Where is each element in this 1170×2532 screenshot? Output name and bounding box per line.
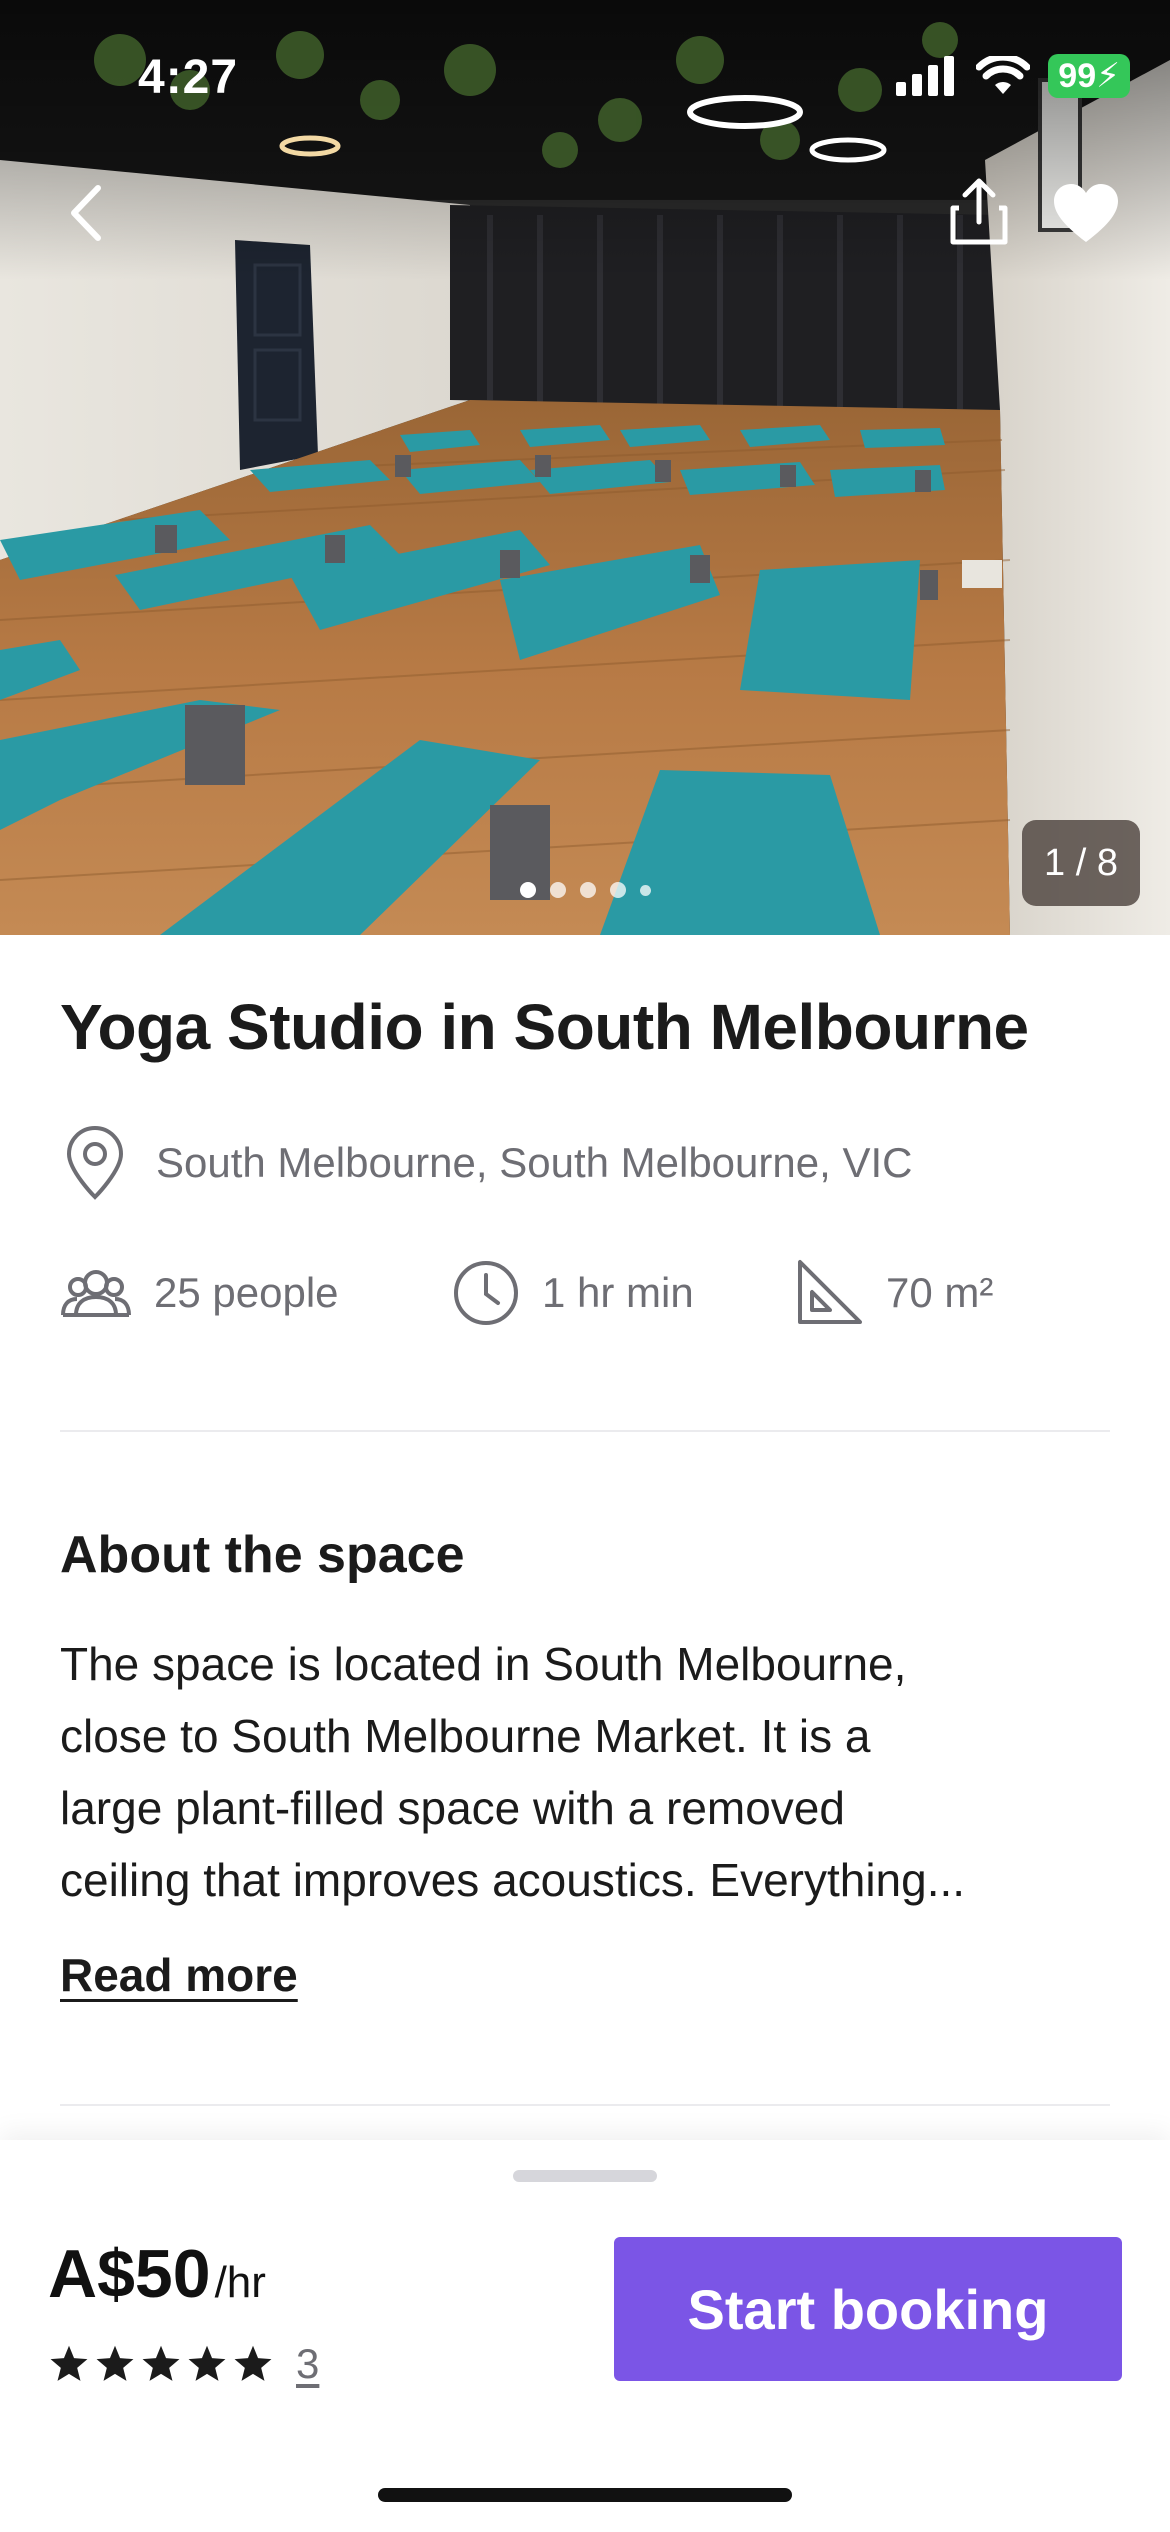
review-count-link[interactable]: 3 [296, 2340, 319, 2388]
rating: 3 [48, 2340, 319, 2388]
map-pin-icon [66, 1126, 124, 1200]
about-description: The space is located in South Melbourne,… [60, 1628, 1120, 1916]
price-unit: /hr [214, 2258, 266, 2307]
clock-icon [454, 1261, 518, 1325]
star-icon [96, 2345, 134, 2381]
carousel-dot[interactable] [549, 882, 566, 898]
back-button[interactable] [60, 178, 120, 248]
heart-icon [1054, 184, 1118, 242]
start-booking-button[interactable]: Start booking [614, 2237, 1122, 2381]
battery-indicator: 99⚡ [1048, 54, 1130, 98]
share-icon [950, 178, 1008, 245]
rating-stars [48, 2344, 274, 2384]
home-indicator[interactable] [378, 2488, 792, 2502]
wifi-icon [976, 56, 1031, 94]
battery-level: 99 [1058, 57, 1097, 95]
carousel-dot[interactable] [579, 882, 596, 898]
location-text: South Melbourne, South Melbourne, VIC [156, 1139, 913, 1186]
star-icon [142, 2345, 180, 2381]
duration-stat: 1 hr min [452, 1255, 694, 1331]
location-row: South Melbourne, South Melbourne, VIC [60, 1125, 912, 1201]
duration-text: 1 hr min [542, 1269, 694, 1316]
photo-counter: 1 / 8 [1022, 820, 1140, 906]
booking-bar: A$50 /hr 3 Start booking [0, 2140, 1170, 2532]
about-line: The space is located in South Melbourne, [60, 1638, 907, 1690]
carousel-dot[interactable] [519, 882, 536, 898]
section-divider [60, 2104, 1110, 2106]
star-icon [234, 2345, 272, 2381]
capacity-text: 25 people [154, 1269, 339, 1316]
star-icon [50, 2345, 88, 2381]
share-button[interactable] [945, 176, 1013, 248]
capacity-stat: 25 people [60, 1255, 339, 1331]
cellular-signal-icon [896, 56, 955, 96]
favorite-button[interactable] [1052, 182, 1120, 246]
about-line: ceiling that improves acoustics. Everyth… [60, 1854, 966, 1906]
price: A$50 /hr [48, 2235, 266, 2313]
price-amount: A$50 [48, 2236, 211, 2312]
area-stat: 70 m² [794, 1255, 993, 1331]
carousel-dot[interactable] [639, 885, 651, 896]
star-icon [188, 2345, 226, 2381]
carousel-dots[interactable] [0, 882, 1170, 898]
read-more-link[interactable]: Read more [60, 1948, 298, 2002]
studio-photo [0, 0, 1170, 935]
about-line: close to South Melbourne Market. It is a [60, 1710, 871, 1762]
people-icon [61, 1270, 131, 1317]
sheet-handle[interactable] [513, 2170, 657, 2182]
chevron-left-icon [71, 185, 101, 241]
status-time: 4:27 [138, 51, 239, 104]
section-divider [60, 1430, 1110, 1432]
listing-stats: 25 people 1 hr min 70 m² [60, 1255, 1120, 1331]
listing-title: Yoga Studio in South Melbourne [60, 991, 1029, 1063]
set-square-icon [798, 1260, 862, 1324]
about-heading: About the space [60, 1526, 465, 1584]
area-text: 70 m² [886, 1269, 994, 1316]
about-line: large plant-filled space with a removed [60, 1782, 845, 1834]
status-icons: 99⚡ [896, 54, 1130, 98]
carousel-dot[interactable] [609, 882, 626, 898]
hero-photo[interactable]: 4:27 99⚡ 1 / 8 [0, 0, 1170, 935]
